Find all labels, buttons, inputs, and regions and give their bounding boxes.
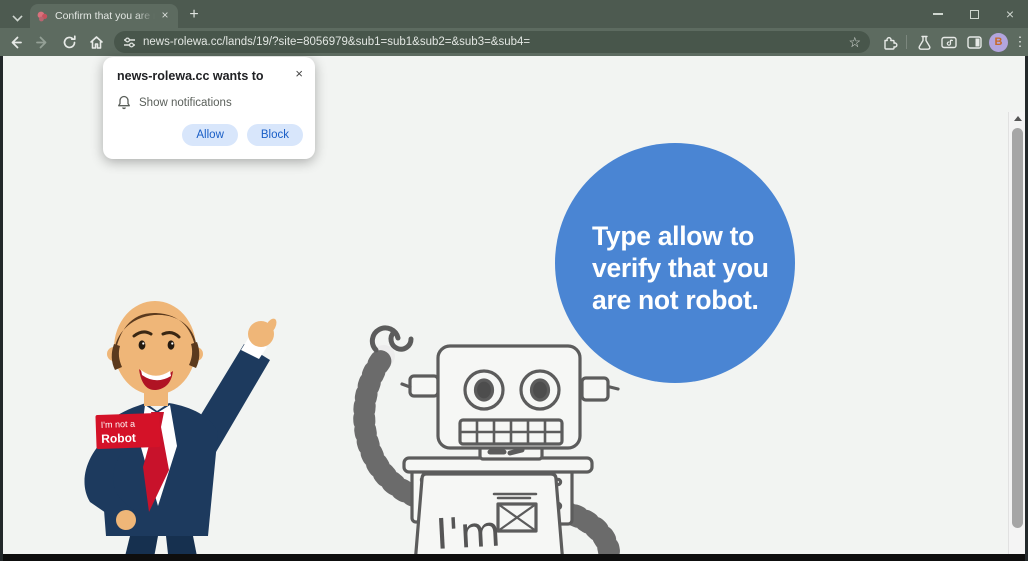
block-button[interactable]: Block (246, 124, 303, 146)
allow-button[interactable]: Allow (182, 124, 238, 146)
robot-chest-line-1: I'm (435, 506, 502, 558)
dialog-title: news-rolewa.cc wants to (117, 69, 264, 83)
maximize-icon (969, 9, 979, 19)
back-button[interactable] (3, 30, 27, 54)
forward-arrow-icon (35, 36, 46, 48)
instruction-line-2: verify that you (592, 253, 769, 283)
scrollbar-up-arrow[interactable] (1009, 112, 1026, 126)
toolbar: news-rolewa.cc/lands/19/?site=8056979&su… (0, 28, 1028, 56)
experiments-button[interactable] (912, 30, 936, 54)
browser-menu-button[interactable]: ⋮ (1010, 34, 1028, 50)
profile-avatar[interactable]: B (989, 32, 1008, 52)
permission-text: Show notifications (139, 96, 232, 109)
instruction-line-1: Type allow to (592, 221, 754, 251)
reload-icon (63, 34, 76, 48)
window-controls: × (920, 0, 1028, 28)
toolbar-separator (906, 35, 907, 49)
side-panel-button[interactable] (962, 30, 986, 54)
scrollbar-thumb[interactable] (1011, 128, 1023, 528)
instruction-circle: Type allow to verify that you are not ro… (555, 143, 795, 383)
tab-close-button[interactable]: × (158, 9, 172, 23)
notification-permission-dialog: news-rolewa.cc wants to × Show notificat… (103, 57, 315, 159)
favicon (37, 11, 48, 21)
tab-title: Confirm that you are not a rob (55, 10, 158, 22)
extensions-button[interactable] (878, 30, 902, 54)
flask-icon (917, 35, 931, 50)
window-left-edge (0, 56, 3, 561)
reload-button[interactable] (57, 30, 81, 54)
browser-window: Confirm that you are not a rob × + × (0, 0, 1028, 561)
instruction-line-3: are not robot. (592, 285, 759, 315)
site-settings-icon (124, 36, 135, 48)
bookmark-star-icon[interactable]: ☆ (848, 35, 861, 49)
dialog-close-button[interactable]: × (295, 66, 303, 81)
badge-line-2: Robot (101, 431, 136, 446)
minimize-icon (933, 13, 943, 15)
active-tab[interactable]: Confirm that you are not a rob × (30, 4, 178, 28)
media-controls-button[interactable] (937, 30, 961, 54)
titlebar: Confirm that you are not a rob × + × (0, 0, 1028, 28)
not-a-robot-badge: I'm not a Robot (95, 412, 161, 450)
side-panel-icon (966, 35, 982, 49)
address-bar[interactable]: news-rolewa.cc/lands/19/?site=8056979&su… (114, 31, 870, 53)
forward-button[interactable] (30, 30, 54, 54)
home-icon (89, 35, 103, 49)
close-window-button[interactable]: × (992, 0, 1028, 28)
tab-search-button[interactable] (10, 9, 24, 23)
instruction-text: Type allow to verify that you are not ro… (592, 220, 769, 316)
url-text[interactable]: news-rolewa.cc/lands/19/?site=8056979&su… (143, 36, 848, 48)
bell-icon (118, 95, 130, 110)
cartoon-man-illustration: I'm not a Robot (84, 301, 277, 561)
close-icon: × (1005, 6, 1015, 22)
puzzle-icon (884, 37, 898, 50)
robot-sketch-illustration: I'm ROBOT (353, 325, 621, 561)
new-tab-button[interactable]: + (184, 5, 204, 25)
page-bottom-bar (0, 554, 1028, 561)
home-button[interactable] (84, 30, 108, 54)
badge-line-1: I'm not a (101, 419, 136, 430)
page-scrollbar[interactable] (1008, 112, 1025, 561)
media-note-icon (941, 36, 957, 48)
maximize-button[interactable] (956, 0, 992, 28)
minimize-button[interactable] (920, 0, 956, 28)
back-arrow-icon (11, 36, 22, 48)
